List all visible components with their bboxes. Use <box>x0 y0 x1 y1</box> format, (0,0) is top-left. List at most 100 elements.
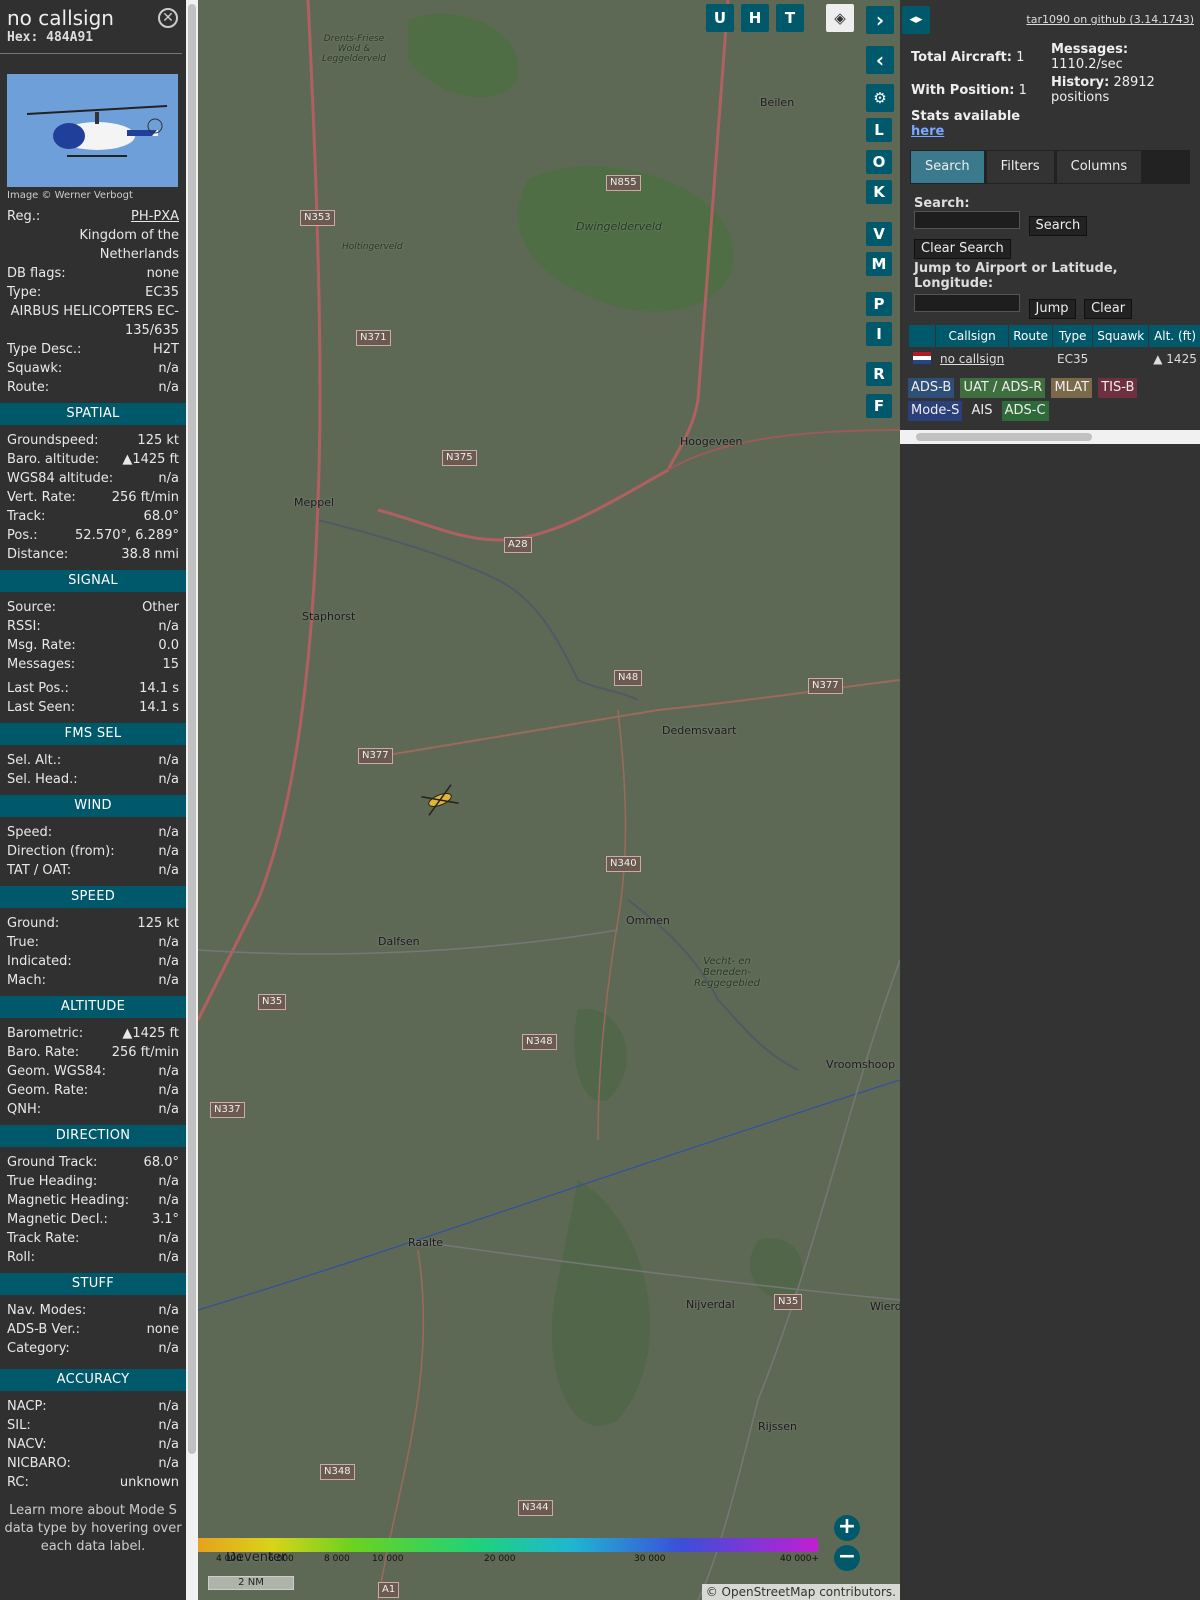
badge-tisb[interactable]: TIS-B <box>1098 378 1138 398</box>
detail-value: n/a <box>158 1341 179 1356</box>
map-attribution[interactable]: © OpenStreetMap contributors. <box>701 1584 900 1600</box>
detail-value: n/a <box>158 772 179 787</box>
map-button-v[interactable]: V <box>866 222 892 246</box>
aircraft-photo[interactable] <box>7 74 178 187</box>
road-shield: N377 <box>358 748 393 764</box>
detail-value: 38.8 nmi <box>121 547 179 562</box>
badge-uat[interactable]: UAT / ADS-R <box>960 378 1046 398</box>
detail-value: 256 ft/min <box>111 490 179 505</box>
map-button-t[interactable]: T <box>776 4 804 32</box>
detail-value: 68.0° <box>143 1155 179 1170</box>
detail-value: n/a <box>158 1193 179 1208</box>
sidebar-scrollbar[interactable] <box>186 0 198 1600</box>
map-button-o[interactable]: O <box>866 150 892 174</box>
row-callsign[interactable]: no callsign <box>936 348 1008 370</box>
clear-search-button[interactable]: Clear Search <box>914 239 1011 259</box>
section-header: STUFF <box>0 1273 186 1295</box>
layers-icon[interactable]: ◈ <box>826 4 854 32</box>
map-button-f[interactable]: F <box>866 394 892 418</box>
detail-value: n/a <box>158 1437 179 1452</box>
hex-code: Hex: 484A91 <box>7 30 94 45</box>
detail-row: Vert. Rate: 256 ft/min <box>0 488 186 507</box>
tab-search[interactable]: Search <box>911 151 984 183</box>
badge-adsc[interactable]: ADS-C <box>1001 401 1049 421</box>
tab-filters[interactable]: Filters <box>986 151 1054 183</box>
callsign-title: no callsign <box>7 6 114 30</box>
badge-mlat[interactable]: MLAT <box>1051 378 1093 398</box>
place-label: Staphorst <box>302 610 356 623</box>
info-label: Type Desc.: <box>7 342 82 357</box>
column-header-route[interactable]: Route <box>1009 325 1053 347</box>
info-row: Route: n/a <box>0 378 186 397</box>
detail-label: True: <box>7 935 39 950</box>
search-button[interactable]: Search <box>1028 216 1088 236</box>
detail-label: Category: <box>7 1341 70 1356</box>
info-value[interactable]: PH-PXA <box>131 207 179 226</box>
stats-link[interactable]: here <box>911 124 1020 139</box>
zoom-in-button[interactable]: + <box>834 1515 860 1541</box>
detail-label: True Heading: <box>7 1174 98 1189</box>
clear-button[interactable]: Clear <box>1084 299 1133 319</box>
column-header-squawk[interactable]: Squawk <box>1093 325 1149 347</box>
search-input[interactable] <box>914 211 1020 229</box>
table-row[interactable]: no callsign EC35 ▲ 1425 <box>909 348 1200 370</box>
map-button-u[interactable]: U <box>706 4 734 32</box>
detail-label: Ground: <box>7 916 60 931</box>
expand-right-icon[interactable]: › <box>866 6 894 34</box>
detail-row: Indicated: n/a <box>0 952 186 971</box>
map-button-p[interactable]: P <box>866 292 892 316</box>
detail-value: n/a <box>158 753 179 768</box>
column-header-flag[interactable] <box>909 325 935 347</box>
detail-label: Geom. WGS84: <box>7 1064 107 1079</box>
aircraft-table: Callsign Route Type Squawk Alt. (ft) no … <box>908 324 1200 371</box>
detail-row: Roll: n/a <box>0 1248 186 1267</box>
github-link[interactable]: tar1090 on github (3.14.1743) <box>1026 13 1194 26</box>
scrollbar-thumb[interactable] <box>188 4 196 1454</box>
column-header-altitude[interactable]: Alt. (ft) <box>1149 325 1200 347</box>
info-label: DB flags: <box>7 266 66 281</box>
helicopter-photo-image <box>7 74 178 187</box>
map-button-r[interactable]: R <box>866 362 892 386</box>
learn-more-text: Learn more about Mode S data type by hov… <box>4 1503 182 1554</box>
collapse-left-icon[interactable]: ‹ <box>866 46 894 74</box>
map-button-i[interactable]: I <box>866 322 892 346</box>
detail-value: n/a <box>158 935 179 950</box>
total-aircraft-label: Total Aircraft: <box>911 50 1012 65</box>
toggle-panel-icon[interactable]: ◂▸ <box>902 6 930 34</box>
detail-value: n/a <box>158 1083 179 1098</box>
info-value: AIRBUS HELICOPTERS EC-135/635 <box>10 304 179 338</box>
detail-value: n/a <box>158 1250 179 1265</box>
jump-input[interactable] <box>914 294 1020 312</box>
detail-label: WGS84 altitude: <box>7 471 114 486</box>
scrollbar-thumb[interactable] <box>916 433 1092 441</box>
badge-ais[interactable]: AIS <box>969 401 996 421</box>
place-label: Ommen <box>626 914 670 927</box>
map-button-m[interactable]: M <box>866 252 892 276</box>
info-label: Type: <box>7 285 42 300</box>
map-button-l[interactable]: L <box>866 118 892 142</box>
column-header-callsign[interactable]: Callsign <box>936 325 1009 347</box>
settings-gear-icon[interactable]: ⚙ <box>866 84 894 112</box>
history-label: History: <box>1051 75 1110 90</box>
detail-value: n/a <box>158 1102 179 1117</box>
jump-button[interactable]: Jump <box>1028 299 1076 319</box>
detail-row: Sel. Head.: n/a <box>0 770 186 789</box>
close-icon[interactable]: ✕ <box>158 8 178 28</box>
map-button-k[interactable]: K <box>866 180 892 204</box>
detail-value: 256 ft/min <box>111 1045 179 1060</box>
column-header-type[interactable]: Type <box>1053 325 1093 347</box>
detail-row <box>0 1358 186 1363</box>
badge-adsb[interactable]: ADS-B <box>908 378 955 398</box>
table-horizontal-scrollbar[interactable] <box>900 430 1200 444</box>
zoom-out-button[interactable]: − <box>834 1545 860 1571</box>
place-label: Raalte <box>408 1236 444 1249</box>
detail-value: 0.0 <box>158 638 179 653</box>
badge-modes[interactable]: Mode-S <box>908 401 963 421</box>
map-button-h[interactable]: H <box>741 4 769 32</box>
place-label: Meppel <box>294 496 335 509</box>
detail-value: 14.1 s <box>139 681 179 696</box>
info-value: n/a <box>158 361 179 376</box>
tab-columns[interactable]: Columns <box>1056 151 1142 183</box>
map-view[interactable]: Meppel Staphorst Hoogeveen Dedemsvaart O… <box>198 0 900 1600</box>
section-header: SPATIAL <box>0 403 186 425</box>
